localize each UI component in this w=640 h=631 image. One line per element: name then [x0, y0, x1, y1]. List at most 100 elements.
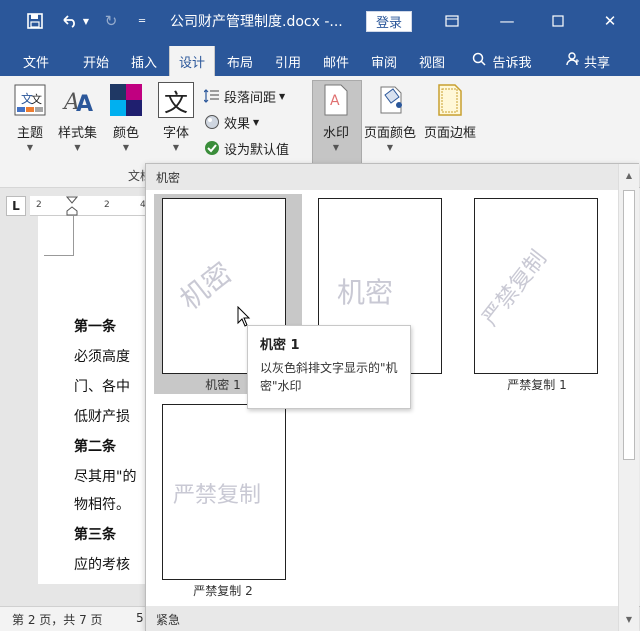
- page-color-label: 页面颜色: [364, 126, 417, 141]
- watermark-option-no-copy-2[interactable]: 严禁复制 严禁复制 2: [154, 400, 302, 600]
- svg-text:文: 文: [31, 92, 42, 106]
- watermark-preview-text: 严禁复制: [478, 246, 552, 331]
- style-set-dropdown-icon: ▼: [74, 143, 81, 152]
- tab-insert[interactable]: 插入: [120, 46, 168, 76]
- watermark-option-no-copy-1[interactable]: 严禁复制 严禁复制 1: [466, 194, 614, 394]
- doc-line: 必须高度: [74, 349, 130, 365]
- svg-text:A: A: [330, 93, 340, 109]
- color-palette-icon: [108, 82, 144, 118]
- tab-references[interactable]: 引用: [264, 46, 312, 76]
- style-set-button[interactable]: AA 样式集 ▼: [58, 82, 97, 152]
- themes-icon: 文文: [12, 82, 48, 118]
- doc-line: 尽其用"的: [74, 469, 137, 485]
- tab-review[interactable]: 审阅: [360, 46, 408, 76]
- tab-design[interactable]: 设计: [169, 46, 215, 76]
- paragraph-spacing-button[interactable]: 段落间距 ▼: [204, 86, 285, 106]
- maximize-button[interactable]: [538, 8, 578, 34]
- effects-dropdown-icon: ▼: [253, 117, 260, 127]
- page-margin-corner: [44, 216, 74, 256]
- font-icon-char: 文: [164, 88, 188, 117]
- minimize-button[interactable]: —: [487, 8, 527, 34]
- document-title: 公司财产管理制度.docx -...: [170, 14, 343, 30]
- word-count[interactable]: 5: [136, 611, 144, 625]
- doc-line: 门、各中: [74, 379, 130, 395]
- themes-label: 主题: [16, 126, 43, 141]
- close-button[interactable]: ✕: [590, 8, 630, 34]
- watermark-icon: A: [318, 82, 354, 118]
- set-as-default-button[interactable]: 设为默认值: [204, 138, 289, 158]
- tab-mailings[interactable]: 邮件: [312, 46, 360, 76]
- checkmark-icon: [204, 140, 220, 156]
- watermark-button[interactable]: A 水印 ▼: [318, 82, 354, 152]
- fonts-label: 字体: [162, 126, 189, 141]
- ruler-mark: 2: [36, 200, 42, 210]
- colors-button[interactable]: 颜色 ▼: [108, 82, 144, 152]
- watermark-tooltip: 机密 1 以灰色斜排文字显示的"机密"水印: [247, 325, 411, 409]
- watermark-label: 水印: [322, 126, 349, 141]
- doc-line: 低财产损: [74, 409, 130, 425]
- paragraph-spacing-label: 段落间距: [224, 90, 277, 106]
- page-borders-button[interactable]: 页面边框: [424, 82, 476, 141]
- tab-layout[interactable]: 布局: [216, 46, 264, 76]
- style-set-icon: AA: [60, 82, 96, 118]
- watermark-dropdown-icon: ▼: [332, 143, 340, 152]
- tab-file[interactable]: 文件: [12, 46, 60, 76]
- page-color-dropdown-icon: ▼: [386, 143, 394, 152]
- watermark-preview-text: 严禁复制: [173, 483, 262, 508]
- watermark-preview-text: 机密: [337, 276, 394, 309]
- fonts-button[interactable]: 文 字体 ▼: [158, 82, 194, 152]
- ribbon-tabs: 文件 开始 插入 设计 布局 引用 邮件 审阅 视图 告诉我 共享: [0, 42, 640, 76]
- page-color-button[interactable]: 页面颜色 ▼: [364, 82, 416, 152]
- page-borders-label: 页面边框: [424, 126, 477, 141]
- tab-view[interactable]: 视图: [408, 46, 456, 76]
- save-icon[interactable]: [24, 10, 46, 32]
- themes-button[interactable]: 文文 主题 ▼: [12, 82, 48, 152]
- page-count[interactable]: 第 2 页，共 7 页: [12, 611, 103, 628]
- themes-dropdown-icon: ▼: [26, 143, 34, 152]
- gallery-scrollbar[interactable]: ▲ ▼: [618, 164, 639, 631]
- doc-line: 第二条: [74, 439, 116, 455]
- page-color-icon: [372, 82, 408, 118]
- undo-icon[interactable]: [58, 10, 80, 32]
- title-bar: ▼ ↻ ═ 公司财产管理制度.docx -... 登录 — ✕: [0, 0, 640, 42]
- watermark-preview: 严禁复制: [474, 198, 598, 374]
- horizontal-ruler[interactable]: 2 2 4: [30, 196, 146, 216]
- scroll-up-icon[interactable]: ▲: [622, 168, 636, 182]
- paragraph-spacing-dropdown-icon: ▼: [279, 91, 286, 101]
- watermark-preview: 严禁复制: [162, 404, 286, 580]
- search-icon: [472, 52, 487, 70]
- tab-selector[interactable]: L: [6, 196, 26, 216]
- customize-toolbar-icon[interactable]: ═: [134, 10, 150, 32]
- page-borders-icon: [432, 82, 468, 118]
- user-icon: [566, 52, 580, 70]
- tooltip-title: 机密 1: [260, 338, 300, 353]
- effects-button[interactable]: 效果 ▼: [204, 112, 259, 132]
- svg-text:A: A: [76, 92, 93, 117]
- ruler-mark: 2: [104, 200, 110, 210]
- undo-dropdown-icon[interactable]: ▼: [80, 10, 92, 32]
- tooltip-description: 以灰色斜排文字显示的"机密"水印: [260, 361, 398, 393]
- watermark-preview-text: 机密: [173, 255, 239, 317]
- gallery-section-urgent: 紧急: [146, 606, 618, 631]
- tell-me-label: 告诉我: [492, 55, 532, 71]
- effects-icon: [204, 114, 220, 130]
- scroll-thumb[interactable]: [623, 190, 635, 460]
- share-label: 共享: [583, 55, 610, 71]
- vertical-ruler: [0, 216, 30, 606]
- tell-me-box[interactable]: 告诉我: [464, 46, 540, 76]
- scroll-down-icon[interactable]: ▼: [622, 612, 636, 626]
- share-button[interactable]: 共享: [556, 46, 620, 76]
- font-icon: 文: [158, 82, 194, 118]
- ribbon-display-options-icon[interactable]: [432, 8, 472, 34]
- tab-home[interactable]: 开始: [72, 46, 120, 76]
- login-button[interactable]: 登录: [366, 11, 412, 32]
- fonts-dropdown-icon: ▼: [172, 143, 180, 152]
- redo-icon[interactable]: ↻: [100, 10, 122, 32]
- watermark-option-label: 严禁复制 2: [193, 584, 253, 598]
- doc-line: 第三条: [74, 527, 116, 543]
- colors-dropdown-icon: ▼: [122, 143, 130, 152]
- colors-label: 颜色: [112, 126, 139, 141]
- style-set-label: 样式集: [58, 126, 98, 141]
- effects-label: 效果: [224, 116, 251, 132]
- paragraph-spacing-icon: [204, 88, 220, 104]
